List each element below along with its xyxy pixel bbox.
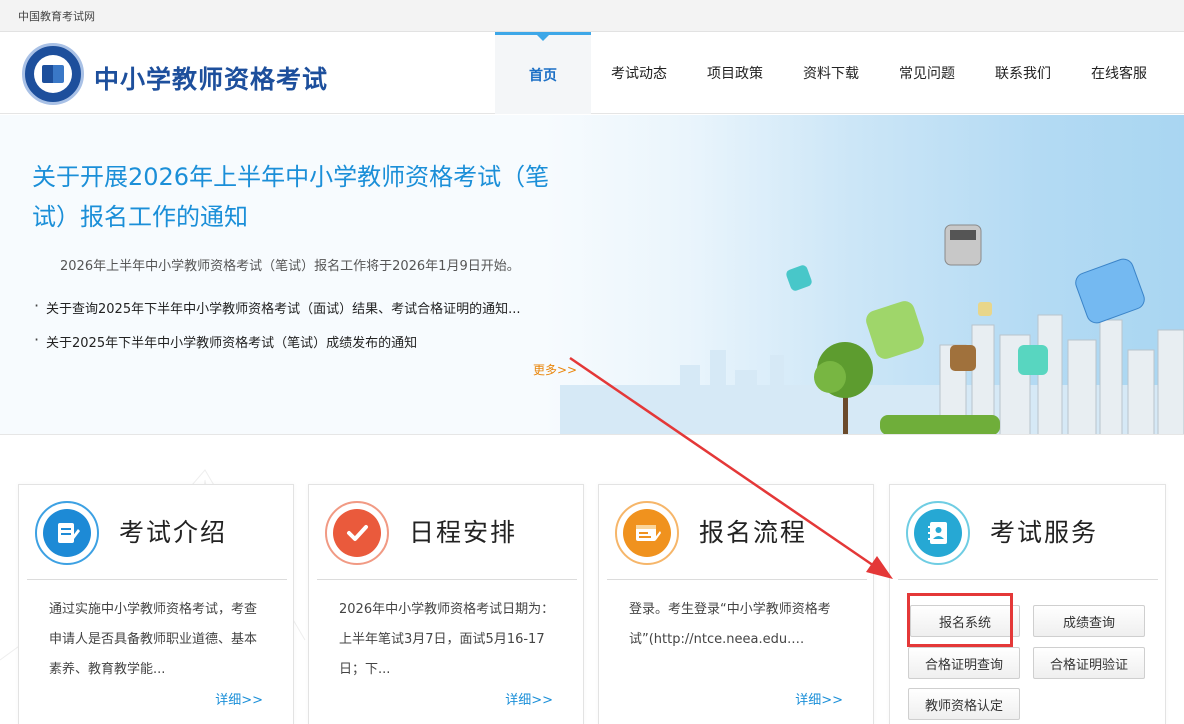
schedule-check-icon (325, 501, 389, 565)
news-list: 关于查询2025年下半年中小学教师资格考试（面试）结果、考试合格证明的通知...… (34, 296, 520, 366)
city-illustration (560, 115, 1184, 434)
registration-flow-icon (615, 501, 679, 565)
exam-intro-icon (35, 501, 99, 565)
nav-item-exam-news[interactable]: 考试动态 (591, 32, 687, 114)
card-body: 2026年中小学教师资格考试日期为：上半年笔试3月7日，面试5月16-17日；下… (339, 602, 555, 677)
card-detail-link[interactable]: 详细>> (795, 689, 843, 708)
annotation-highlight-box (907, 593, 1013, 647)
site-header: 中小学教师资格考试 首页 考试动态 项目政策 资料下载 常见问题 联系我们 在线… (0, 32, 1184, 114)
logo-title[interactable]: 中小学教师资格考试 (94, 60, 328, 96)
banner-lead: 2026年上半年中小学教师资格考试（笔试）报名工作将于2026年1月9日开始。 (60, 259, 520, 274)
certificate-verify-button[interactable]: 合格证明验证 (1033, 647, 1145, 679)
nav-item-faq[interactable]: 常见问题 (879, 32, 975, 114)
card-title[interactable]: 考试服务 (990, 513, 1098, 549)
card-detail-link[interactable]: 详细>> (215, 689, 263, 708)
card-body: 登录。考生登录“中小学教师资格考试”(http://ntce.neea.edu.… (629, 602, 831, 647)
card-title[interactable]: 考试介绍 (119, 513, 227, 549)
nav-item-policy[interactable]: 项目政策 (687, 32, 783, 114)
news-item[interactable]: 关于2025年下半年中小学教师资格考试（笔试）成绩发布的通知 (34, 330, 520, 351)
nav-item-contact[interactable]: 联系我们 (975, 32, 1071, 114)
card-title[interactable]: 日程安排 (409, 513, 517, 549)
card-exam-intro: 考试介绍 通过实施中小学教师资格考试，考查申请人是否具备教师职业道德、基本素养、… (18, 484, 294, 724)
certificate-query-button[interactable]: 合格证明查询 (908, 647, 1020, 679)
nav-item-downloads[interactable]: 资料下载 (783, 32, 879, 114)
exam-service-icon (906, 501, 970, 565)
top-bar: 中国教育考试网 (0, 0, 1184, 32)
logo-emblem-icon[interactable] (22, 43, 84, 105)
card-body: 通过实施中小学教师资格考试，考查申请人是否具备教师职业道德、基本素养、教育教学能… (49, 602, 258, 677)
nav-item-home[interactable]: 首页 (495, 32, 591, 114)
banner-headline[interactable]: 关于开展2026年上半年中小学教师资格考试（笔试）报名工作的通知 (32, 157, 562, 237)
score-query-button[interactable]: 成绩查询 (1033, 605, 1145, 637)
card-detail-link[interactable]: 详细>> (505, 689, 553, 708)
nav-item-online-service[interactable]: 在线客服 (1071, 32, 1167, 114)
card-title[interactable]: 报名流程 (699, 513, 807, 549)
card-schedule: 日程安排 2026年中小学教师资格考试日期为：上半年笔试3月7日，面试5月16-… (308, 484, 584, 724)
news-item[interactable]: 关于查询2025年下半年中小学教师资格考试（面试）结果、考试合格证明的通知... (34, 296, 520, 317)
site-label[interactable]: 中国教育考试网 (18, 8, 95, 24)
teacher-qualification-button[interactable]: 教师资格认定 (908, 688, 1020, 720)
hero-banner: 关于开展2026年上半年中小学教师资格考试（笔试）报名工作的通知 2026年上半… (0, 115, 1184, 435)
card-registration-flow: 报名流程 登录。考生登录“中小学教师资格考试”(http://ntce.neea… (598, 484, 874, 724)
main-nav: 首页 考试动态 项目政策 资料下载 常见问题 联系我们 在线客服 (495, 32, 1167, 114)
